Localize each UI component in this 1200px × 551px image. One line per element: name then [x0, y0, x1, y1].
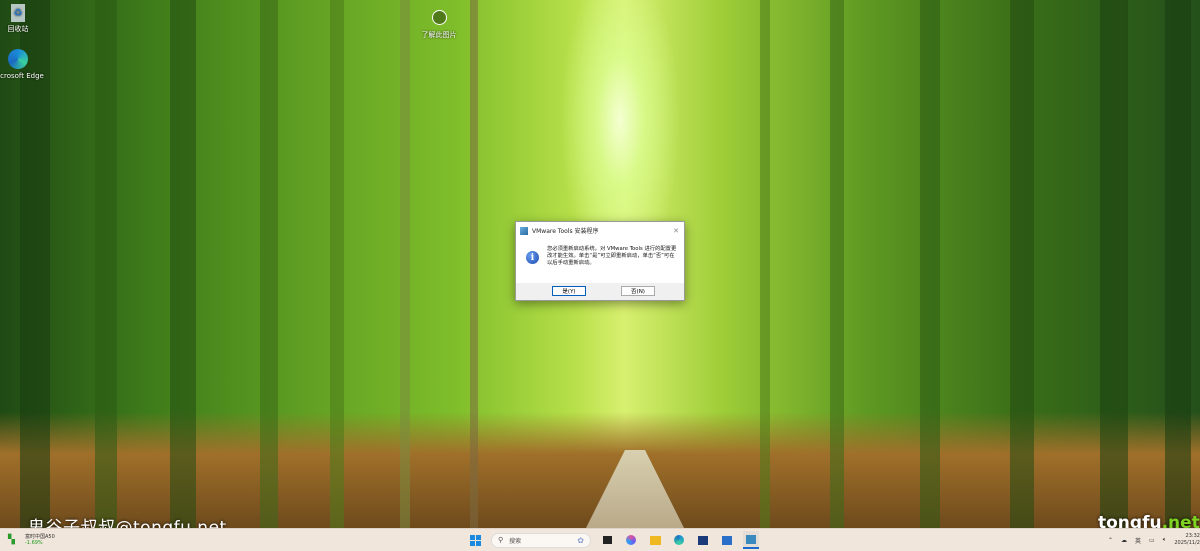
- clock-date: 2025/11/2: [1174, 540, 1200, 546]
- task-view-button[interactable]: [599, 531, 615, 549]
- close-button[interactable]: ✕: [673, 227, 679, 235]
- watermark-text: 鬼谷子叔叔@tongfu.net: [28, 518, 227, 528]
- desktop-wallpaper: ♻ 回收站 Microsoft Edge 了解此图片 鬼谷子叔叔@tongfu.…: [0, 0, 1200, 528]
- search-icon: ⚲: [498, 536, 504, 544]
- desktop-icon-learn-about-picture[interactable]: 了解此图片: [411, 6, 467, 40]
- microsoft-store-button[interactable]: [695, 531, 711, 549]
- vmware-icon: [746, 534, 756, 544]
- windows-icon: [469, 534, 481, 546]
- task-view-icon: [602, 536, 612, 544]
- dialog-titlebar[interactable]: VMware Tools 安装程序 ✕: [516, 222, 684, 239]
- info-icon: i: [526, 251, 539, 264]
- search-box[interactable]: ⚲ 搜索 ✿: [491, 532, 591, 548]
- taskbar: ▚ 富时中国A50 -1.69% ⚲ 搜索 ✿ ⌃ ☁ 英 ▭ 🔈︎ 23:32…: [0, 528, 1200, 551]
- store-icon: [698, 535, 708, 545]
- copilot-icon: [626, 535, 636, 545]
- system-tray: ⌃ ☁ 英 ▭ 🔈︎ 23:32 2025/11/2 🔔︎: [1108, 533, 1200, 547]
- vmware-tools-taskbar-button[interactable]: [743, 531, 759, 549]
- ime-indicator[interactable]: 英: [1135, 536, 1141, 545]
- icon-label: Microsoft Edge: [0, 72, 44, 80]
- edge-icon: [674, 535, 684, 545]
- stock-widget[interactable]: ▚ 富时中国A50 -1.69%: [8, 533, 55, 546]
- desktop-icon-recycle-bin[interactable]: ♻ 回收站: [0, 4, 46, 34]
- icon-label: 了解此图片: [421, 31, 457, 39]
- edge-button[interactable]: [671, 531, 687, 549]
- cloud-icon[interactable]: ☁: [1121, 537, 1127, 544]
- stock-chart-icon: ▚: [8, 534, 15, 545]
- network-icon[interactable]: ▭: [1149, 537, 1155, 544]
- stock-name: 富时中国A50: [25, 534, 55, 540]
- icon-label: 回收站: [7, 25, 29, 33]
- vmware-icon: [520, 226, 528, 235]
- chevron-up-icon[interactable]: ⌃: [1108, 537, 1113, 544]
- file-explorer-button[interactable]: [647, 531, 663, 549]
- folder-icon: [649, 535, 661, 545]
- copilot-button[interactable]: [623, 531, 639, 549]
- learn-about-picture-icon: [428, 6, 450, 28]
- recycle-bin-icon: ♻: [11, 4, 25, 22]
- forest-path: [585, 450, 685, 528]
- stock-change: -1.69%: [25, 540, 43, 546]
- start-button[interactable]: [467, 531, 483, 549]
- watermark-logo: tongfu.net: [1098, 513, 1200, 528]
- logo-suffix: .net: [1161, 513, 1200, 528]
- logo-main: tongfu: [1098, 513, 1162, 528]
- outlook-icon: [722, 535, 732, 545]
- outlook-button[interactable]: [719, 531, 735, 549]
- clock[interactable]: 23:32 2025/11/2: [1174, 533, 1200, 547]
- dialog-title: VMware Tools 安装程序: [532, 228, 599, 235]
- search-highlight-icon: ✿: [577, 535, 584, 545]
- volume-icon[interactable]: 🔈︎: [1163, 536, 1167, 544]
- dialog-message: 您必须重新启动系统，对 VMware Tools 进行的配置更改才能生效。单击“…: [547, 246, 677, 266]
- vmware-tools-restart-dialog: VMware Tools 安装程序 ✕ i 您必须重新启动系统，对 VMware…: [515, 221, 685, 301]
- yes-button[interactable]: 是(Y): [552, 286, 586, 296]
- search-placeholder: 搜索: [509, 537, 522, 545]
- no-button[interactable]: 否(N): [621, 286, 655, 296]
- edge-icon: [7, 48, 29, 70]
- desktop-icon-edge[interactable]: Microsoft Edge: [0, 48, 46, 80]
- clock-time: 23:32: [1185, 533, 1200, 539]
